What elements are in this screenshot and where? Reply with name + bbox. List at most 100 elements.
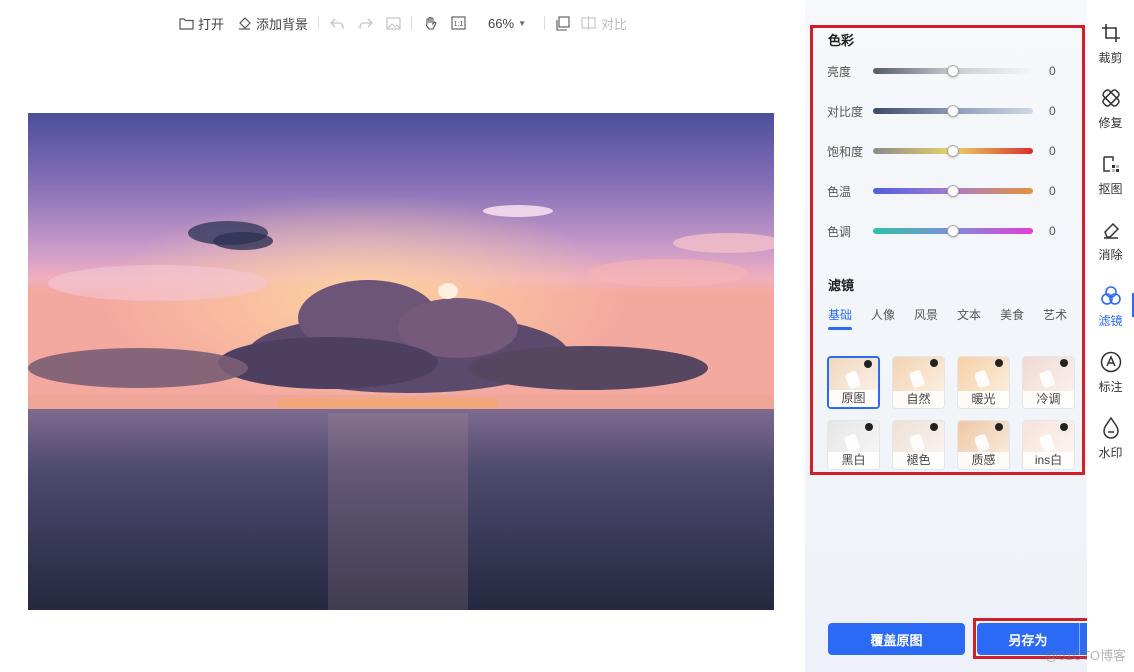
filter-label: 自然 [893,391,944,408]
dot-graphic [1060,359,1068,367]
slider-track[interactable] [873,145,1033,157]
slider-track[interactable] [873,105,1033,117]
dot-graphic [995,423,1003,431]
slider-handle[interactable] [947,185,959,197]
tools-sidebar: 裁剪 修复 抠图 消除 滤镜 标注 水印 [1087,0,1134,672]
tool-label: 滤镜 [1098,314,1123,328]
compare-icon [581,15,597,31]
slider-handle[interactable] [947,105,959,117]
paint-bucket-icon [236,15,252,31]
slider-label: 亮度 [827,64,852,79]
slider-track[interactable] [873,65,1033,77]
tool-filter[interactable]: 滤镜 [1087,285,1134,341]
crop-icon [1100,22,1122,44]
tab-portrait[interactable]: 人像 [871,306,895,330]
filter-thumb-bw[interactable]: 黑白 [827,420,880,470]
undo-icon[interactable] [329,15,345,31]
filter-label: 褪色 [893,452,944,469]
slider-label: 对比度 [827,104,864,119]
sunset-sea-photo [28,113,774,610]
tab-food[interactable]: 美食 [1000,306,1024,330]
compare-button[interactable]: 对比 [581,14,627,33]
tool-erase[interactable]: 消除 [1087,219,1134,275]
filter-thumb-texture[interactable]: 质感 [957,420,1010,470]
hand-icon[interactable] [422,15,438,31]
filter-label: ins白 [1023,452,1074,469]
zoom-dropdown[interactable]: 66% ▼ [488,16,526,31]
tool-label: 消除 [1098,248,1123,262]
slider-handle[interactable] [947,145,959,157]
tool-crop[interactable]: 裁剪 [1087,22,1134,78]
tab-basic[interactable]: 基础 [828,306,853,330]
slider-value: 0 [1049,104,1056,118]
toolbar-divider [543,16,545,30]
filter-thumb-faded[interactable]: 褪色 [892,420,945,470]
copy-icon[interactable] [555,15,571,31]
filter-thumb-warm[interactable]: 暖光 [957,356,1010,409]
filter-thumb-ins-white[interactable]: ins白 [1022,420,1075,470]
brightness-slider[interactable]: 亮度 0 [827,61,1067,81]
add-background-button[interactable]: 添加背景 [236,14,308,33]
slider-value: 0 [1049,64,1056,78]
toolbar-divider [318,16,320,30]
saturation-slider[interactable]: 饱和度 0 [827,141,1067,161]
open-label: 打开 [198,16,225,32]
tool-label: 抠图 [1098,182,1123,196]
dot-graphic [865,423,873,431]
tab-art[interactable]: 艺术 [1043,306,1067,330]
open-button[interactable]: 打开 [178,14,224,33]
tool-label: 标注 [1098,380,1123,394]
dot-graphic [864,360,872,368]
slider-value: 0 [1049,144,1056,158]
filter-thumb-natural[interactable]: 自然 [892,356,945,409]
tab-landscape[interactable]: 风景 [914,306,938,330]
tool-watermark[interactable]: 水印 [1087,417,1134,473]
dot-graphic [930,359,938,367]
slider-track[interactable] [873,225,1033,237]
folder-icon [178,15,194,31]
filter-label: 黑白 [828,452,879,469]
filter-label: 冷调 [1023,391,1074,408]
add-background-label: 添加背景 [256,16,309,32]
slider-track[interactable] [873,185,1033,197]
svg-text:1:1: 1:1 [453,21,463,28]
dot-graphic [1060,423,1068,431]
tint-slider[interactable]: 色调 0 [827,221,1067,241]
watermark-icon [1100,417,1122,439]
filter-label: 质感 [958,452,1009,469]
tool-label: 裁剪 [1098,51,1123,65]
image-icon[interactable] [385,15,401,31]
filter-thumb-cool[interactable]: 冷调 [1022,356,1075,409]
slider-value: 0 [1049,184,1056,198]
slider-label: 饱和度 [827,144,864,159]
repair-icon [1100,87,1122,109]
cutout-icon [1100,153,1122,175]
toolbar-divider [411,16,413,30]
site-watermark: @51CTO博客 [1045,648,1126,663]
redo-icon[interactable] [357,15,373,31]
photo-canvas[interactable] [28,113,774,610]
slider-handle[interactable] [947,225,959,237]
edit-panel: 色彩 亮度 0 对比度 0 饱和度 0 色温 0 色调 0 滤镜 基础 人像 风… [805,0,1113,672]
chevron-down-icon: ▼ [518,18,526,28]
tool-annotate[interactable]: 标注 [1087,351,1134,407]
slider-value: 0 [1049,224,1056,238]
actual-size-icon[interactable]: 1:1 [450,15,466,31]
tool-label: 水印 [1098,446,1123,460]
tool-cutout[interactable]: 抠图 [1087,153,1134,209]
slider-handle[interactable] [947,65,959,77]
slider-label: 色调 [827,224,852,239]
compare-label: 对比 [600,16,627,32]
overwrite-original-button[interactable]: 覆盖原图 [828,623,965,655]
dot-graphic [995,359,1003,367]
temperature-slider[interactable]: 色温 0 [827,181,1067,201]
slider-label: 色温 [827,184,852,199]
eraser-icon [1100,219,1122,241]
tab-text[interactable]: 文本 [957,306,981,330]
contrast-slider[interactable]: 对比度 0 [827,101,1067,121]
filter-category-tabs: 基础 人像 风景 文本 美食 艺术 [828,306,1078,330]
filter-thumb-original[interactable]: 原图 [827,356,880,409]
tool-repair[interactable]: 修复 [1087,87,1134,143]
zoom-value: 66% [488,15,515,31]
annotate-icon [1100,351,1122,373]
